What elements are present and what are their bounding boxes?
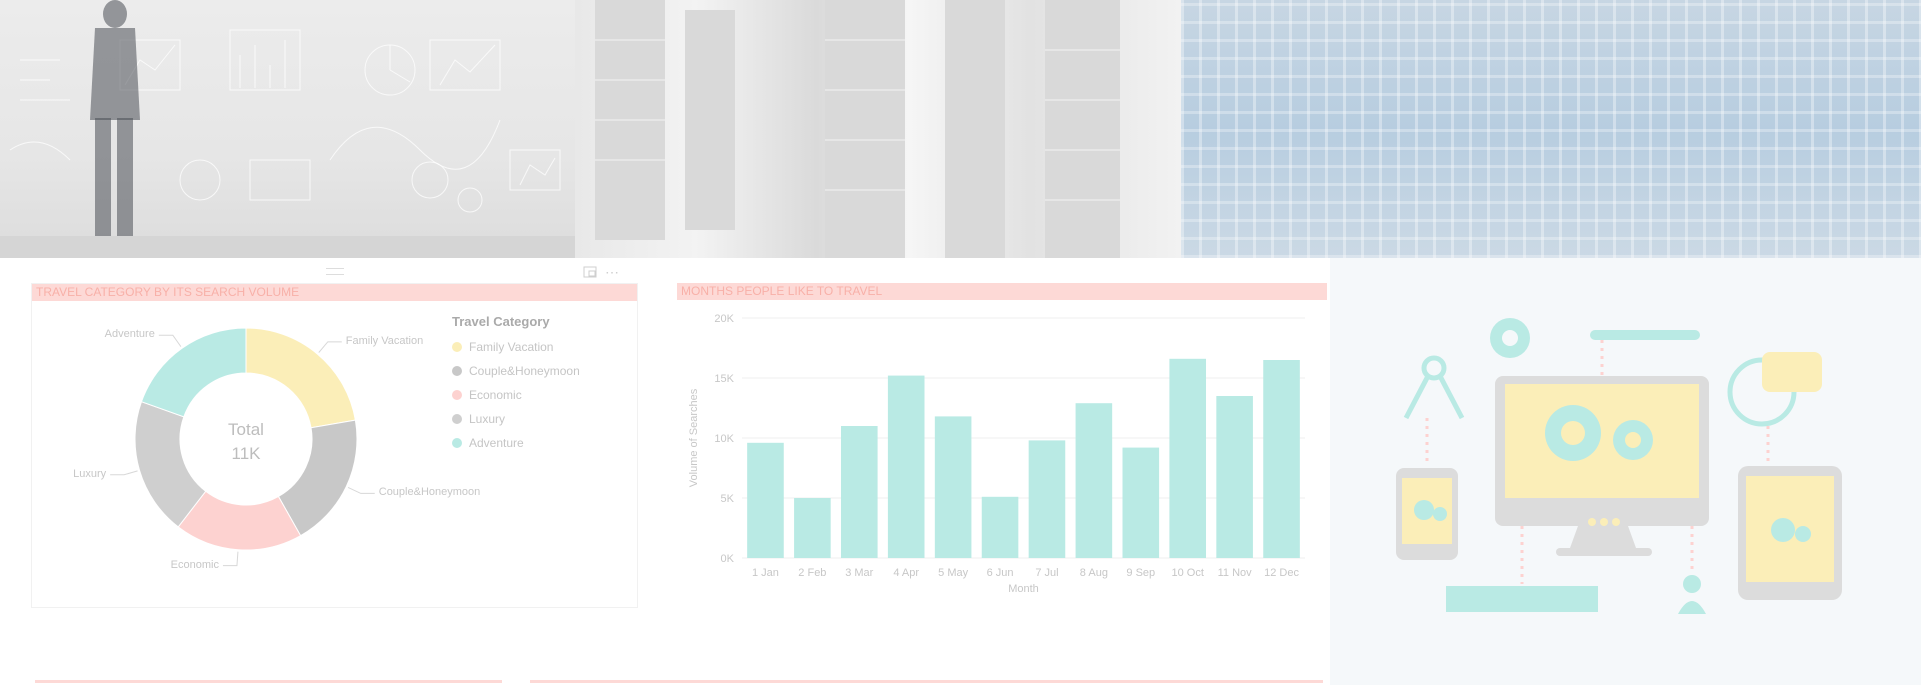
- legend-label: Economic: [469, 388, 522, 402]
- visual-header-actions: ⋯: [583, 264, 620, 281]
- leader-line: [110, 470, 138, 476]
- legend-dot-icon: [452, 366, 462, 376]
- legend-title: Travel Category: [452, 314, 550, 329]
- compass-icon: [1403, 355, 1465, 420]
- y-tick-label: 15K: [714, 373, 734, 385]
- donut-slice-adventure[interactable]: [140, 327, 247, 418]
- y-axis-label: Volume of Searches: [688, 388, 700, 487]
- bar-1-jan[interactable]: [747, 442, 784, 558]
- legend-label: Family Vacation: [469, 340, 554, 354]
- donut-slice-family-vacation[interactable]: [245, 327, 356, 429]
- legend-label: Luxury: [469, 412, 506, 426]
- x-tick-label: 4 Apr: [893, 567, 919, 579]
- bar-10-oct[interactable]: [1169, 358, 1207, 558]
- slice-label: Couple&Honeymoon: [378, 486, 481, 499]
- slice-label: Adventure: [104, 328, 155, 341]
- monitor-icon: [1495, 376, 1709, 556]
- next-visual-title-strip-left: [35, 680, 502, 683]
- legend-dot-icon: [452, 438, 462, 448]
- bar-3-mar[interactable]: [840, 426, 878, 558]
- x-tick-label: 8 Aug: [1080, 567, 1108, 579]
- bar-2-feb[interactable]: [794, 498, 831, 558]
- legend-dot-icon: [452, 414, 462, 424]
- leader-line: [158, 334, 182, 347]
- x-tick-label: 5 May: [938, 567, 968, 579]
- y-tick-label: 20K: [714, 313, 734, 325]
- slice-label: Luxury: [73, 467, 107, 480]
- legend-label: Adventure: [469, 436, 524, 450]
- phone-icon: [1396, 468, 1458, 560]
- x-tick-label: 10 Oct: [1172, 567, 1204, 579]
- chalkboard-drawing: [0, 0, 575, 258]
- pencil-icon: [1590, 330, 1700, 340]
- legend-label: Couple&Honeymoon: [469, 364, 580, 378]
- x-tick-label: 2 Feb: [798, 567, 826, 579]
- drag-handle[interactable]: [326, 268, 344, 275]
- donut-center-value: 11K: [232, 444, 262, 463]
- x-tick-label: 7 Jul: [1035, 567, 1058, 579]
- bar-chart-card[interactable]: MONTHS PEOPLE LIKE TO TRAVEL 0K 5K 10K 15K 2…: [676, 282, 1328, 609]
- y-tick-label: 0K: [721, 553, 735, 565]
- slice-label: Family Vacation: [345, 334, 424, 347]
- slice-label: Economic: [170, 558, 219, 571]
- bar-6-jun[interactable]: [981, 496, 1019, 558]
- leader-line: [222, 551, 239, 567]
- legend-item[interactable]: Adventure: [452, 436, 524, 450]
- x-tick-label: 12 Dec: [1264, 567, 1299, 579]
- banner-blue-tiles-image: [1181, 0, 1921, 258]
- banner-chalkboard-image: [0, 0, 575, 258]
- x-tick-label: 9 Sep: [1126, 567, 1155, 579]
- donut-chart-card[interactable]: TRAVEL CATEGORY BY ITS SEARCH VOLUME Tot…: [31, 283, 638, 608]
- magnifier-icon: [1727, 352, 1822, 427]
- legend-item[interactable]: Couple&Honeymoon: [452, 364, 580, 378]
- person-icon: [1678, 575, 1706, 614]
- next-visual-title-strip-right: [530, 680, 1323, 683]
- ruler-icon: [1446, 586, 1598, 612]
- bar-8-aug[interactable]: [1075, 403, 1113, 558]
- x-tick-label: 3 Mar: [845, 567, 873, 579]
- bar-chart: 0K 5K 10K 15K 20K 1 Jan 2 Feb 3 Mar 4 Apr 5 May 6 …: [688, 313, 1305, 595]
- devices-illustration: [1330, 258, 1921, 685]
- legend-item[interactable]: Economic: [452, 388, 522, 402]
- x-tick-label: 6 Jun: [987, 567, 1014, 579]
- legend-dot-icon: [452, 390, 462, 400]
- focus-mode-icon[interactable]: [583, 265, 597, 281]
- x-tick-label: 11 Nov: [1218, 567, 1253, 579]
- bar-4-apr[interactable]: [887, 375, 925, 558]
- bar-12-dec[interactable]: [1263, 360, 1300, 558]
- donut-card-title: TRAVEL CATEGORY BY ITS SEARCH VOLUME: [32, 284, 637, 301]
- bar-11-nov[interactable]: [1216, 396, 1253, 558]
- donut-center-label: Total: [228, 420, 264, 439]
- bar-9-sep[interactable]: [1122, 447, 1160, 558]
- leader-line: [318, 341, 342, 353]
- tablet-icon: [1738, 466, 1842, 600]
- legend-item[interactable]: Luxury: [452, 412, 505, 426]
- y-tick-label: 5K: [721, 493, 735, 505]
- y-tick-label: 10K: [714, 433, 734, 445]
- gear-icon: [1490, 318, 1530, 358]
- x-tick-label: 1 Jan: [752, 567, 779, 579]
- leader-line: [347, 486, 375, 494]
- x-axis-label: Month: [1008, 583, 1039, 595]
- legend-item[interactable]: Family Vacation: [452, 340, 553, 354]
- header-banner: [0, 0, 1921, 258]
- banner-server-room-image: [575, 0, 1181, 258]
- server-racks-drawing: [595, 0, 1120, 258]
- legend-dot-icon: [452, 342, 462, 352]
- more-options-icon[interactable]: ⋯: [605, 264, 620, 281]
- bar-7-jul[interactable]: [1028, 440, 1066, 558]
- bar-card-title: MONTHS PEOPLE LIKE TO TRAVEL: [677, 283, 1327, 300]
- bar-5-may[interactable]: [934, 416, 972, 558]
